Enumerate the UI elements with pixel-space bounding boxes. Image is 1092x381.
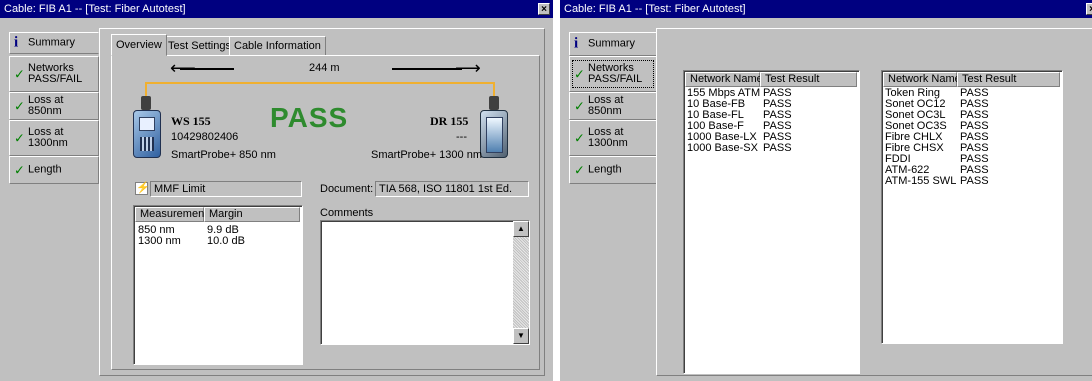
checkmark-icon: ✓ [14,162,25,178]
sidebar-item-loss-850[interactable]: ✓ Loss at 850nm [9,92,99,120]
measurement-cell: 1300 nm [138,235,181,247]
checkmark-icon: ✓ [14,66,25,82]
table-row[interactable]: 1300 nm 10.0 dB [134,236,302,247]
scroll-up-icon[interactable]: ▲ [513,221,529,237]
comments-textarea[interactable]: ▲ ▼ [320,220,530,345]
column-header-network-name[interactable]: Network Name [883,72,961,87]
fiber-cable-line [145,82,495,84]
limit-icon: ⚡ [135,182,150,195]
tab-cable-information[interactable]: Cable Information [229,36,326,56]
sidebar-item-label: Loss at 1300nm [28,126,68,149]
tab-test-settings[interactable]: Test Settings [163,36,236,56]
sidebar-item-loss-1300[interactable]: ✓ Loss at 1300nm [569,120,657,156]
window-title-bar[interactable]: Cable: FIB A1 -- [Test: Fiber Autotest] … [560,0,1092,18]
checkmark-icon: ✓ [574,130,585,146]
document-label: Document: [320,183,374,195]
column-header-measurement[interactable]: Measurement [135,207,207,222]
networks-table: Network Name Test Result Token Ring PASS … [881,70,1063,344]
length-arrow-line-right [392,68,462,70]
sidebar-item-label: Summary [28,36,76,49]
fiber-cable-right-drop [493,82,495,96]
checkmark-icon: ✓ [14,130,25,146]
sidebar-item-label: Summary [588,37,636,50]
smartprobe-device-icon [133,110,161,158]
column-header-test-result[interactable]: Test Result [760,72,857,87]
cable-length: 244 m [309,62,340,74]
window-title-bar[interactable]: Cable: FIB A1 -- [Test: Fiber Autotest] … [0,0,553,18]
sidebar-item-networks[interactable]: ✓ Networks PASS/FAIL [569,56,657,92]
document-field: TIA 568, ISO 11801 1st Ed. [375,181,529,197]
info-icon: i [14,34,19,51]
close-button[interactable]: × [538,3,550,15]
smartprobe-device-icon [480,110,508,158]
cable-window-right: Cable: FIB A1 -- [Test: Fiber Autotest] … [560,0,1092,381]
cable-window-left: Cable: FIB A1 -- [Test: Fiber Autotest] … [0,0,553,381]
sidebar-item-summary[interactable]: i Summary [569,32,657,56]
column-header-test-result[interactable]: Test Result [957,72,1060,87]
table-row[interactable]: 1000 Base-SX PASS [684,143,859,154]
column-header-network-name[interactable]: Network Name [685,72,763,87]
network-name-cell: 1000 Base-SX [687,142,758,154]
margin-cell: 10.0 dB [207,235,245,247]
sidebar-item-label: Length [28,163,62,176]
checkmark-icon: ✓ [574,66,585,82]
test-result-pass: PASS [270,102,349,133]
sidebar-item-networks[interactable]: ✓ Networks PASS/FAIL [9,56,99,92]
sidebar-item-length[interactable]: ✓ Length [9,156,99,184]
checkmark-icon: ✓ [574,98,585,114]
length-arrow-line-left [180,68,234,70]
close-button[interactable]: × [1086,3,1092,15]
sidebar-item-loss-850[interactable]: ✓ Loss at 850nm [569,92,657,120]
connector-icon [489,96,499,110]
checkmark-icon: ✓ [574,162,585,178]
left-device-model: SmartProbe+ 850 nm [171,149,276,161]
right-device-model: SmartProbe+ 1300 nm [371,149,482,161]
network-name-cell: ATM-155 SWL [885,175,957,187]
sidebar-item-label: Networks PASS/FAIL [28,62,83,85]
table-row[interactable]: ATM-155 SWL PASS [882,176,1062,187]
comments-scrollbar[interactable]: ▲ ▼ [513,221,529,344]
sidebar-item-summary[interactable]: i Summary [9,32,99,54]
column-header-margin[interactable]: Margin [204,207,300,222]
limit-label: MMF Limit [154,183,206,195]
left-device-name: WS 155 [171,114,211,128]
window-title: Cable: FIB A1 -- [Test: Fiber Autotest] [564,3,746,15]
limit-field: MMF Limit [150,181,302,197]
fiber-cable-left-drop [145,82,147,96]
sidebar-item-label: Loss at 850nm [588,94,624,117]
test-result-cell: PASS [960,175,989,187]
connector-icon [141,96,151,110]
sidebar-item-length[interactable]: ✓ Length [569,156,657,184]
networks-table: Network Name Test Result 155 Mbps ATM PAS… [683,70,860,374]
measurement-table: Measurement Margin 850 nm 9.9 dB 1300 nm… [133,205,303,365]
sidebar-item-label: Loss at 1300nm [588,126,628,149]
checkmark-icon: ✓ [14,98,25,114]
scroll-down-icon[interactable]: ▼ [513,328,529,344]
arrow-right-icon: ⟶ [455,58,481,78]
tab-overview[interactable]: Overview [111,34,167,56]
left-device-serial: 10429802406 [171,131,239,143]
right-device-name: DR 155 [430,114,469,128]
right-device-serial: --- [456,131,467,143]
comments-label: Comments [320,207,374,219]
sidebar-item-loss-1300[interactable]: ✓ Loss at 1300nm [9,120,99,156]
window-title: Cable: FIB A1 -- [Test: Fiber Autotest] [4,3,186,15]
sidebar-item-label: Loss at 850nm [28,94,64,117]
sidebar-item-label: Length [588,163,622,176]
test-result-cell: PASS [763,142,792,154]
sidebar-item-label: Networks PASS/FAIL [588,62,643,85]
document-value: TIA 568, ISO 11801 1st Ed. [379,183,513,195]
info-icon: i [574,35,579,52]
